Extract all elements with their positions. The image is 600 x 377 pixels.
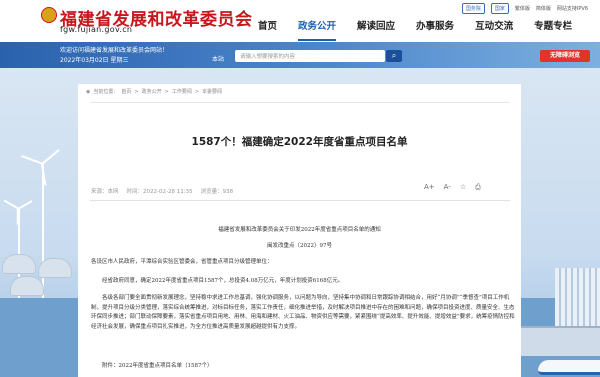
top-link-gov[interactable]: 国务院 bbox=[461, 3, 485, 14]
storage-tank-image bbox=[38, 258, 72, 278]
accessible-browse-button[interactable]: 无障碍浏览 bbox=[540, 50, 590, 62]
breadcrumb-separator: > bbox=[194, 88, 200, 95]
storage-tank-image bbox=[2, 254, 36, 274]
top-link-national[interactable]: 国家 bbox=[490, 3, 509, 14]
breadcrumb-label: 当前位置： bbox=[93, 89, 119, 95]
emblem-icon bbox=[41, 7, 57, 23]
train-image bbox=[538, 360, 600, 375]
nav-item-home[interactable]: 首页 bbox=[258, 20, 277, 41]
divider bbox=[90, 102, 510, 103]
search-input[interactable]: 请输入想要搜索的内容 bbox=[240, 52, 295, 60]
search-button[interactable]: ⌕ bbox=[386, 50, 402, 62]
breadcrumb-commission-news[interactable]: 本委要闻 bbox=[202, 88, 222, 95]
building-image bbox=[555, 268, 600, 326]
top-links: 国务院 国家 繁体版 简体版 网站支持IPV6 bbox=[461, 3, 588, 14]
article-source: 来源：本网 bbox=[91, 189, 119, 195]
article-title: 1587个！福建确定2022年度省重点项目名单 bbox=[191, 136, 408, 148]
article-paragraph-2: 各级各部门要全面贯彻新发展理念，坚持稳中求进工作总基调，强化协调服务，以问题为导… bbox=[91, 295, 515, 330]
breadcrumb-work-news[interactable]: 工作要闻 bbox=[172, 88, 192, 95]
article-meta: 来源：本网 时间：2022-02-28 11:35 浏览量：938 bbox=[91, 187, 233, 195]
breadcrumb-separator: > bbox=[134, 88, 139, 95]
main-nav: 首页 政务公开 解读回应 办事服务 互动交流 专题专栏 bbox=[258, 20, 593, 41]
article-views: 浏览量：938 bbox=[200, 189, 234, 195]
article-tools: A+ A- ☆ ⎙ bbox=[424, 183, 481, 192]
top-link-ipv6: 网站支持IPV6 bbox=[556, 6, 588, 12]
site-logo-url: fgw.fujian.gov.cn bbox=[60, 25, 133, 34]
document-title: 福建省发展和改革委员会关于印发2022年度省重点项目名单的通知 bbox=[218, 227, 381, 233]
favorite-icon[interactable]: ☆ bbox=[460, 183, 466, 192]
search-scope-select[interactable]: 本站 bbox=[212, 54, 224, 63]
nav-item-services[interactable]: 办事服务 bbox=[416, 20, 454, 41]
article-addressee: 各设区市人民政府，平潭综合实验区管委会，省管重点项目分级管理单位： bbox=[91, 259, 273, 265]
print-icon[interactable]: ⎙ bbox=[475, 183, 481, 192]
font-decrease-button[interactable]: A- bbox=[444, 183, 451, 192]
top-link-simplified[interactable]: 简体版 bbox=[536, 5, 551, 12]
article-attachment-link[interactable]: 附件：2022年度省重点项目名单（1587个） bbox=[91, 362, 515, 372]
location-icon: ◉ bbox=[86, 88, 91, 95]
document-number: 闽发改重点〔2022〕97号 bbox=[267, 243, 332, 249]
nav-item-topics[interactable]: 专题专栏 bbox=[534, 20, 572, 41]
breadcrumb: ◉ 当前位置： 首页 > 政务公开 > 工作要闻 > 本委要闻 bbox=[86, 88, 222, 96]
nav-item-interpretation[interactable]: 解读回应 bbox=[357, 20, 395, 41]
breadcrumb-separator: > bbox=[164, 88, 169, 95]
divider bbox=[90, 200, 510, 201]
breadcrumb-home[interactable]: 首页 bbox=[121, 88, 131, 95]
nav-item-gov-open[interactable]: 政务公开 bbox=[298, 20, 337, 41]
nav-item-interaction[interactable]: 互动交流 bbox=[475, 20, 513, 41]
search-icon: ⌕ bbox=[391, 51, 397, 60]
welcome-text: 欢迎访问福建省发展和改革委员会网站！ 2022年03月02日 星期三 bbox=[60, 46, 168, 66]
top-link-traditional[interactable]: 繁体版 bbox=[515, 5, 530, 12]
welcome-line: 欢迎访问福建省发展和改革委员会网站！ bbox=[60, 47, 169, 54]
article-time: 时间：2022-02-28 11:35 bbox=[126, 189, 193, 195]
article-paragraph-1: 经省政府同意，确定2022年度省重点项目1587个，总投资4.08万亿元，年度计… bbox=[102, 278, 344, 284]
date-line: 2022年03月02日 星期三 bbox=[60, 57, 129, 64]
storage-tank-image bbox=[10, 276, 44, 296]
search-box[interactable]: 请输入想要搜索的内容 bbox=[235, 50, 385, 62]
font-increase-button[interactable]: A+ bbox=[424, 183, 435, 192]
breadcrumb-gov-open[interactable]: 政务公开 bbox=[142, 88, 162, 95]
